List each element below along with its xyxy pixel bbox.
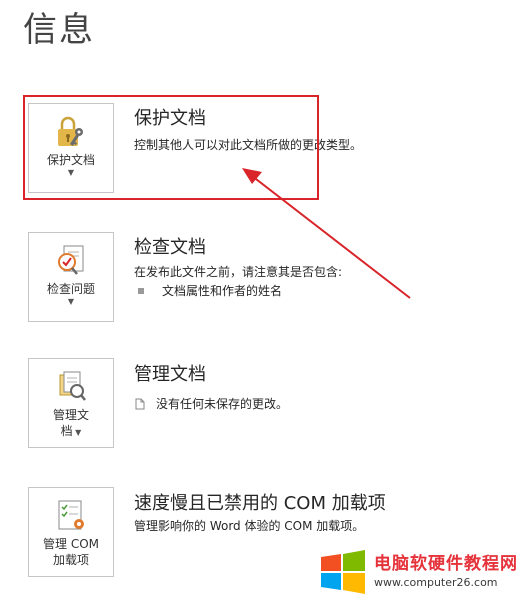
annotation-arrow: [242, 168, 411, 299]
watermark-url: www.computer26.com: [374, 575, 498, 589]
windows-logo-icon: [321, 549, 365, 594]
watermark-site-name: 电脑软硬件教程网: [374, 553, 518, 574]
site-watermark: 电脑软硬件教程网 www.computer26.com: [318, 543, 525, 600]
